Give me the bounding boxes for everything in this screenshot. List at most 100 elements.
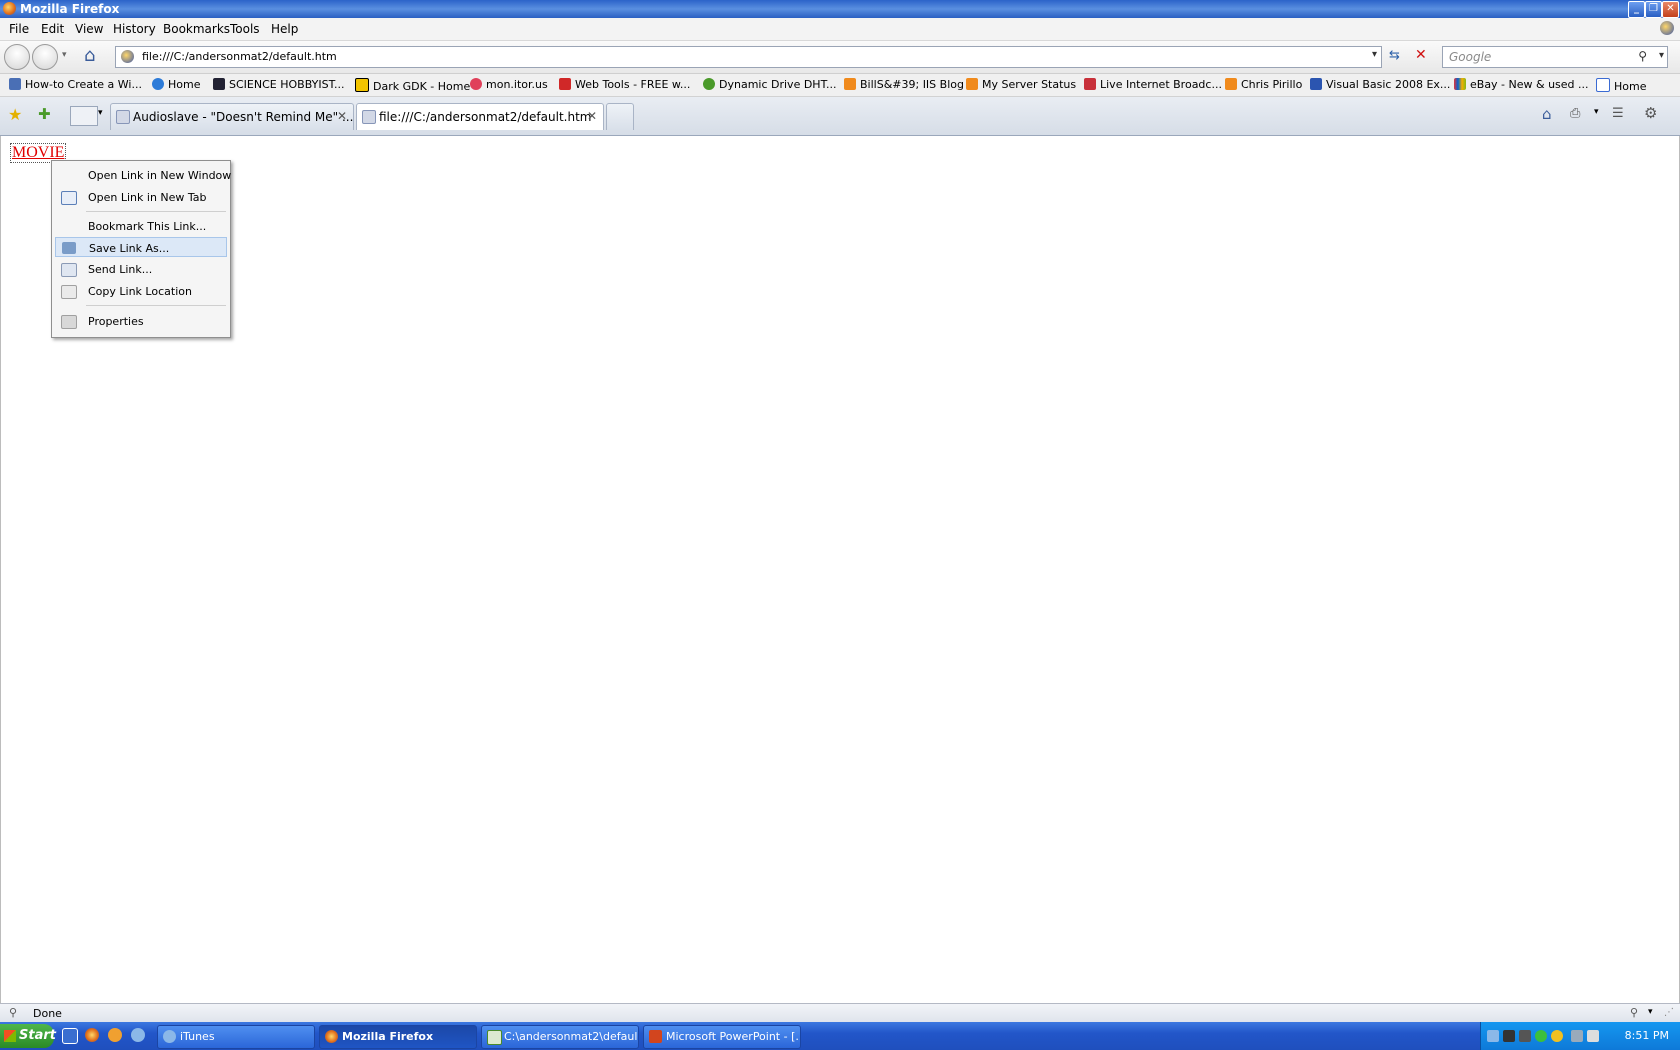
menu-item-bookmark-link[interactable]: Bookmark This Link... [55,216,227,236]
bookmarks-toolbar: How-to Create a Wi... Home SCIENCE HOBBY… [0,74,1680,97]
restore-button[interactable]: ❐ [1645,1,1662,18]
page-icon[interactable]: ☰ [1612,106,1624,121]
tab-grid-button[interactable] [70,106,98,126]
science-icon [213,78,225,90]
tab-list-dropdown-icon[interactable]: ▾ [98,108,103,118]
bookmark-item[interactable]: Dynamic Drive DHT... [703,78,836,91]
star-icon[interactable]: ★ [8,105,22,124]
home-toolbar-icon[interactable]: ⌂ [1542,105,1552,123]
tray-app-icon[interactable] [1519,1030,1531,1042]
menu-file[interactable]: File [9,22,29,36]
start-button[interactable]: Start [0,1024,56,1048]
tray-app-icon[interactable] [1503,1030,1515,1042]
tray-security-icon[interactable] [1551,1030,1563,1042]
tab-audioslave[interactable]: Audioslave - "Doesn't Remind Me" ... ✕ [110,103,354,130]
page-content: MOVIE [0,136,1680,1003]
menu-edit[interactable]: Edit [41,22,64,36]
bookmark-item[interactable]: eBay - New & used ... [1454,78,1589,91]
menu-view[interactable]: View [75,22,103,36]
close-tab-icon[interactable]: ✕ [337,109,347,123]
bookmark-item[interactable]: Dark GDK - Home [355,78,470,93]
powerpoint-icon [649,1030,662,1043]
itunes-quicklaunch-icon[interactable] [131,1028,145,1042]
monitor-icon [470,78,482,90]
url-dropdown-icon[interactable]: ▾ [1372,49,1377,60]
close-window-button[interactable]: ✕ [1662,1,1679,18]
search-input[interactable]: Google ⚲ ▾ [1442,46,1668,68]
menu-bookmarks[interactable]: Bookmarks [163,22,230,36]
taskbar-firefox[interactable]: Mozilla Firefox [319,1025,477,1049]
home-icon[interactable]: ⌂ [84,45,95,66]
globe-icon [152,78,164,90]
menu-history[interactable]: History [113,22,156,36]
volume-icon[interactable] [1587,1030,1599,1042]
print-icon[interactable]: ⎙ [1570,106,1580,121]
minimize-button[interactable]: _ [1628,1,1645,18]
zoom-icon[interactable]: ⚲ [1630,1006,1638,1019]
search-engine-dropdown-icon[interactable]: ▾ [1659,50,1664,61]
taskbar-editor[interactable]: C:\andersonmat2\defaul... [481,1025,639,1049]
zoom-dropdown-icon[interactable]: ▾ [1648,1007,1653,1017]
bookmark-item[interactable]: Chris Pirillo [1225,78,1302,91]
bookmark-item[interactable]: Home [152,78,200,91]
menu-tools[interactable]: Tools [230,22,260,36]
bookmark-item[interactable]: BillS&#39; IIS Blog [844,78,964,91]
context-menu: Open Link in New Window Open Link in New… [51,160,231,338]
reload-icon[interactable]: ⇆ [1389,48,1400,63]
tab-default-htm[interactable]: file:///C:/andersonmat2/default.htm ✕ [356,103,604,130]
stop-icon[interactable]: ✕ [1415,47,1427,63]
rss-icon [844,78,856,90]
gdk-icon [355,78,369,92]
bookmark-item[interactable]: Visual Basic 2008 Ex... [1310,78,1450,91]
throbber-icon [1660,21,1674,35]
itunes-tray-icon[interactable] [1487,1030,1499,1042]
bookmark-item[interactable]: Home [1596,78,1646,93]
print-dropdown-icon[interactable]: ▾ [1594,107,1599,117]
status-text: Done [33,1007,62,1020]
resize-grip-icon[interactable]: ⋰ [1664,1007,1674,1018]
menu-item-properties[interactable]: Properties [55,311,227,331]
bookmark-item[interactable]: mon.itor.us [470,78,548,91]
forward-button[interactable] [32,44,58,70]
url-value[interactable]: file:///C:/andersonmat2/default.htm [142,50,337,63]
firefox-icon [325,1030,338,1043]
gear-icon[interactable]: ⚙ [1644,104,1657,122]
vb-icon [1310,78,1322,90]
taskbar: Start iTunes Mozilla Firefox C:\anderson… [0,1022,1680,1050]
menu-item-save-link-as[interactable]: Save Link As... [55,237,227,257]
bookmark-item[interactable]: Web Tools - FREE w... [559,78,690,91]
close-tab-icon[interactable]: ✕ [587,109,597,123]
bookmark-item[interactable]: How-to Create a Wi... [9,78,142,91]
status-search-icon: ⚲ [9,1006,18,1019]
shield-icon [559,78,571,90]
network-icon[interactable] [1571,1030,1583,1042]
tab-label: file:///C:/andersonmat2/default.htm [379,110,592,124]
tab-bar: ★ ✚ ▾ Audioslave - "Doesn't Remind Me" .… [0,97,1680,136]
bookmark-item[interactable]: Live Internet Broadc... [1084,78,1222,91]
firefox-quicklaunch-icon[interactable] [85,1028,99,1042]
taskbar-powerpoint[interactable]: Microsoft PowerPoint - [... [643,1025,801,1049]
rss-icon [966,78,978,90]
dd-icon [703,78,715,90]
tray-status-icon[interactable] [1535,1030,1547,1042]
search-icon[interactable]: ⚲ [1638,49,1647,63]
bookmark-item[interactable]: SCIENCE HOBBYIST... [213,78,344,91]
show-desktop-icon[interactable] [62,1028,78,1044]
add-bookmark-icon[interactable]: ✚ [38,105,51,123]
search-placeholder: Google [1449,50,1492,64]
new-tab-button[interactable] [606,103,634,130]
url-bar[interactable]: file:///C:/andersonmat2/default.htm ▾ [115,46,1382,68]
menu-item-open-new-window[interactable]: Open Link in New Window [55,165,231,185]
back-button[interactable] [4,44,30,70]
quicklaunch-app-icon[interactable] [108,1028,122,1042]
mail-icon [61,263,77,277]
menu-help[interactable]: Help [271,22,298,36]
bookmark-item[interactable]: My Server Status [966,78,1076,91]
history-dropdown-icon[interactable]: ▾ [62,50,67,60]
menu-item-send-link[interactable]: Send Link... [55,259,227,279]
taskbar-itunes[interactable]: iTunes [157,1025,315,1049]
menu-item-copy-link-location[interactable]: Copy Link Location [55,281,227,301]
system-tray: 8:51 PM [1480,1022,1680,1050]
menu-separator [86,305,226,306]
menu-item-open-new-tab[interactable]: Open Link in New Tab [55,187,227,207]
